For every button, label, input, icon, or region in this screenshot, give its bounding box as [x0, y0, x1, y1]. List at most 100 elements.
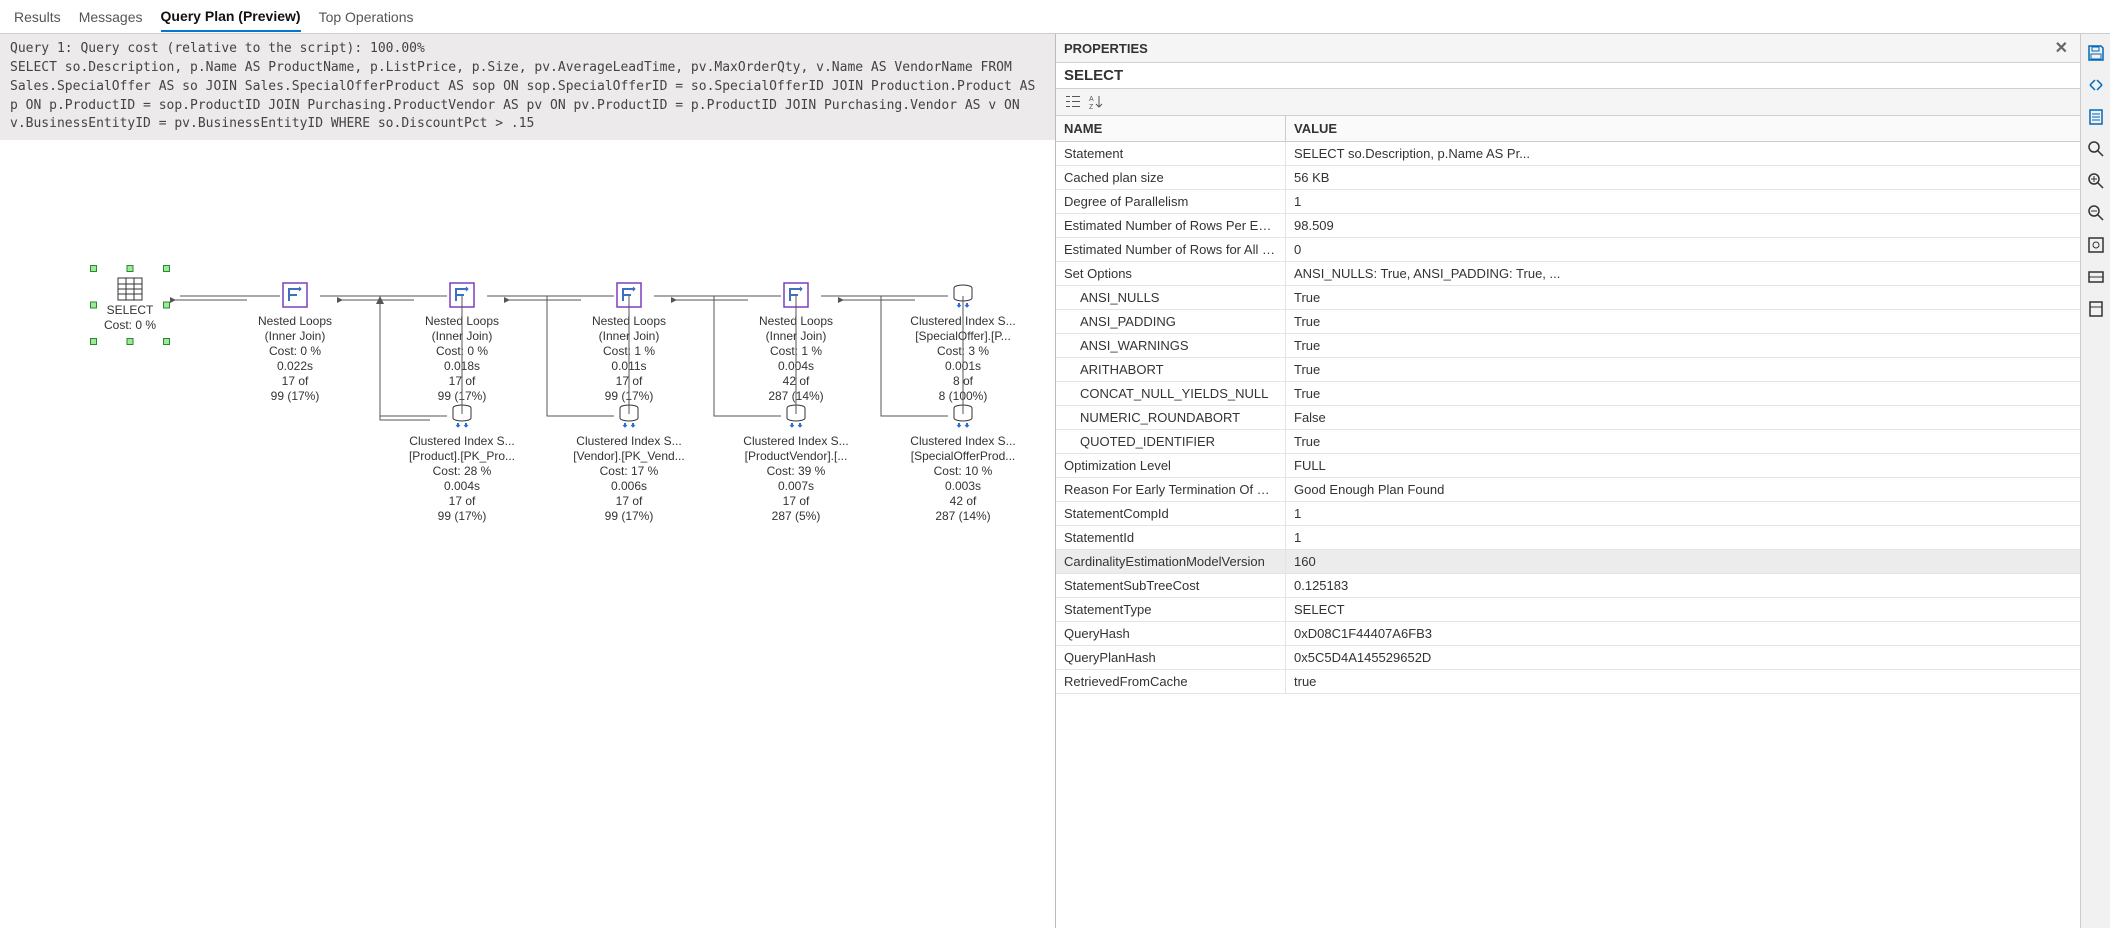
- node-title: SELECT: [100, 303, 160, 318]
- node-cost: Cost: 28 %: [387, 464, 537, 479]
- node-title: Nested Loops: [220, 314, 370, 329]
- query-header: Query 1: Query cost (relative to the scr…: [0, 34, 1055, 140]
- node-rows: 17 of: [387, 374, 537, 389]
- property-row[interactable]: StatementSELECT so.Description, p.Name A…: [1056, 142, 2080, 166]
- property-row[interactable]: CardinalityEstimationModelVersion160: [1056, 550, 2080, 574]
- search-icon[interactable]: [2085, 138, 2107, 160]
- properties-panel: PROPERTIES ✕ SELECT AZ NAME VALUE Statem…: [1055, 34, 2080, 928]
- resize-handle[interactable]: [90, 265, 97, 272]
- resize-handle[interactable]: [163, 338, 170, 345]
- resize-handle[interactable]: [90, 302, 97, 309]
- property-row[interactable]: StatementSubTreeCost0.125183: [1056, 574, 2080, 598]
- properties-title: PROPERTIES: [1064, 41, 1148, 56]
- node-subtitle: (Inner Join): [721, 329, 871, 344]
- node-subtitle: [ProductVendor].[...: [721, 449, 871, 464]
- node-subtitle: (Inner Join): [387, 329, 537, 344]
- property-row[interactable]: Estimated Number of Rows for All Executi…: [1056, 238, 2080, 262]
- property-row[interactable]: ANSI_NULLSTrue: [1056, 286, 2080, 310]
- plan-node-clustered-index-seek[interactable]: Clustered Index S...[Product].[PK_Pro...…: [387, 400, 537, 524]
- zoom-out-icon[interactable]: [2085, 202, 2107, 224]
- node-rowcount: 99 (17%): [554, 509, 704, 524]
- property-name: CONCAT_NULL_YIELDS_NULL: [1056, 382, 1286, 405]
- resize-handle[interactable]: [163, 265, 170, 272]
- close-icon[interactable]: ✕: [2051, 38, 2072, 58]
- properties-icon[interactable]: [2085, 298, 2107, 320]
- categorize-icon[interactable]: [1064, 93, 1082, 111]
- column-header-name[interactable]: NAME: [1056, 116, 1286, 141]
- property-row[interactable]: ANSI_WARNINGSTrue: [1056, 334, 2080, 358]
- resize-handle[interactable]: [127, 338, 134, 345]
- column-header-value[interactable]: VALUE: [1286, 116, 2080, 141]
- property-row[interactable]: Degree of Parallelism1: [1056, 190, 2080, 214]
- plan-node-clustered-index-seek[interactable]: Clustered Index S...[SpecialOffer].[P...…: [888, 280, 1038, 404]
- property-row[interactable]: RetrievedFromCachetrue: [1056, 670, 2080, 694]
- node-cost: Cost: 0 %: [220, 344, 370, 359]
- svg-text:Z: Z: [1089, 104, 1094, 110]
- property-name: Reason For Early Termination Of Stateme.…: [1056, 478, 1286, 501]
- node-cost: Cost: 1 %: [721, 344, 871, 359]
- property-row[interactable]: QUOTED_IDENTIFIERTrue: [1056, 430, 2080, 454]
- plan-node-nested-loops[interactable]: Nested Loops(Inner Join)Cost: 0 %0.018s1…: [387, 280, 537, 404]
- property-name: ANSI_PADDING: [1056, 310, 1286, 333]
- plan-node-clustered-index-seek[interactable]: Clustered Index S...[SpecialOfferProd...…: [888, 400, 1038, 524]
- tab-messages[interactable]: Messages: [79, 9, 143, 31]
- properties-subtitle: SELECT: [1056, 63, 2080, 89]
- property-row[interactable]: Reason For Early Termination Of Stateme.…: [1056, 478, 2080, 502]
- node-time: 0.007s: [721, 479, 871, 494]
- property-value: 1: [1286, 526, 2080, 549]
- property-value: True: [1286, 358, 2080, 381]
- node-cost: Cost: 10 %: [888, 464, 1038, 479]
- node-rowcount: 99 (17%): [387, 509, 537, 524]
- node-title: Clustered Index S...: [554, 434, 704, 449]
- node-cost: Cost: 0 %: [387, 344, 537, 359]
- node-title: Nested Loops: [554, 314, 704, 329]
- resize-handle[interactable]: [90, 338, 97, 345]
- property-row[interactable]: StatementTypeSELECT: [1056, 598, 2080, 622]
- property-row[interactable]: ARITHABORTTrue: [1056, 358, 2080, 382]
- fit-icon[interactable]: [2085, 234, 2107, 256]
- plan-node-nested-loops[interactable]: Nested Loops(Inner Join)Cost: 1 %0.004s4…: [721, 280, 871, 404]
- tab-results[interactable]: Results: [14, 9, 61, 31]
- property-name: ARITHABORT: [1056, 358, 1286, 381]
- property-row[interactable]: ANSI_PADDINGTrue: [1056, 310, 2080, 334]
- node-title: Nested Loops: [721, 314, 871, 329]
- property-row[interactable]: QueryHash0xD08C1F44407A6FB3: [1056, 622, 2080, 646]
- property-row[interactable]: Estimated Number of Rows Per Execution98…: [1056, 214, 2080, 238]
- node-time: 0.001s: [888, 359, 1038, 374]
- save-icon[interactable]: [2085, 42, 2107, 64]
- property-row[interactable]: NUMERIC_ROUNDABORTFalse: [1056, 406, 2080, 430]
- node-rowcount: 99 (17%): [220, 389, 370, 404]
- plan-node-clustered-index-seek[interactable]: Clustered Index S...[ProductVendor].[...…: [721, 400, 871, 524]
- property-row[interactable]: Cached plan size56 KB: [1056, 166, 2080, 190]
- node-cost: Cost: 0 %: [100, 318, 160, 333]
- sort-icon[interactable]: AZ: [1088, 93, 1106, 111]
- plan-node-select[interactable]: SELECT Cost: 0 %: [85, 265, 175, 345]
- tab-query-plan[interactable]: Query Plan (Preview): [161, 8, 301, 32]
- property-value: 56 KB: [1286, 166, 2080, 189]
- resize-handle[interactable]: [163, 302, 170, 309]
- node-title: Clustered Index S...: [387, 434, 537, 449]
- plan-node-nested-loops[interactable]: Nested Loops(Inner Join)Cost: 1 %0.011s1…: [554, 280, 704, 404]
- property-row[interactable]: Optimization LevelFULL: [1056, 454, 2080, 478]
- resize-handle[interactable]: [127, 265, 134, 272]
- document-icon[interactable]: [2085, 106, 2107, 128]
- compare-icon[interactable]: [2085, 74, 2107, 96]
- property-name: Optimization Level: [1056, 454, 1286, 477]
- plan-node-nested-loops[interactable]: Nested Loops(Inner Join)Cost: 0 %0.022s1…: [220, 280, 370, 404]
- custom-zoom-icon[interactable]: [2085, 266, 2107, 288]
- nested-loops-icon: [447, 280, 477, 310]
- tab-top-operations[interactable]: Top Operations: [319, 9, 414, 31]
- property-value: 0: [1286, 238, 2080, 261]
- plan-area[interactable]: Query 1: Query cost (relative to the scr…: [0, 34, 1055, 928]
- zoom-in-icon[interactable]: [2085, 170, 2107, 192]
- nested-loops-icon: [280, 280, 310, 310]
- property-row[interactable]: Set OptionsANSI_NULLS: True, ANSI_PADDIN…: [1056, 262, 2080, 286]
- plan-node-clustered-index-seek[interactable]: Clustered Index S...[Vendor].[PK_Vend...…: [554, 400, 704, 524]
- property-row[interactable]: StatementId1: [1056, 526, 2080, 550]
- property-row[interactable]: CONCAT_NULL_YIELDS_NULLTrue: [1056, 382, 2080, 406]
- property-row[interactable]: QueryPlanHash0x5C5D4A145529652D: [1056, 646, 2080, 670]
- properties-grid[interactable]: StatementSELECT so.Description, p.Name A…: [1056, 142, 2080, 928]
- property-row[interactable]: StatementCompId1: [1056, 502, 2080, 526]
- property-value: False: [1286, 406, 2080, 429]
- property-name: ANSI_NULLS: [1056, 286, 1286, 309]
